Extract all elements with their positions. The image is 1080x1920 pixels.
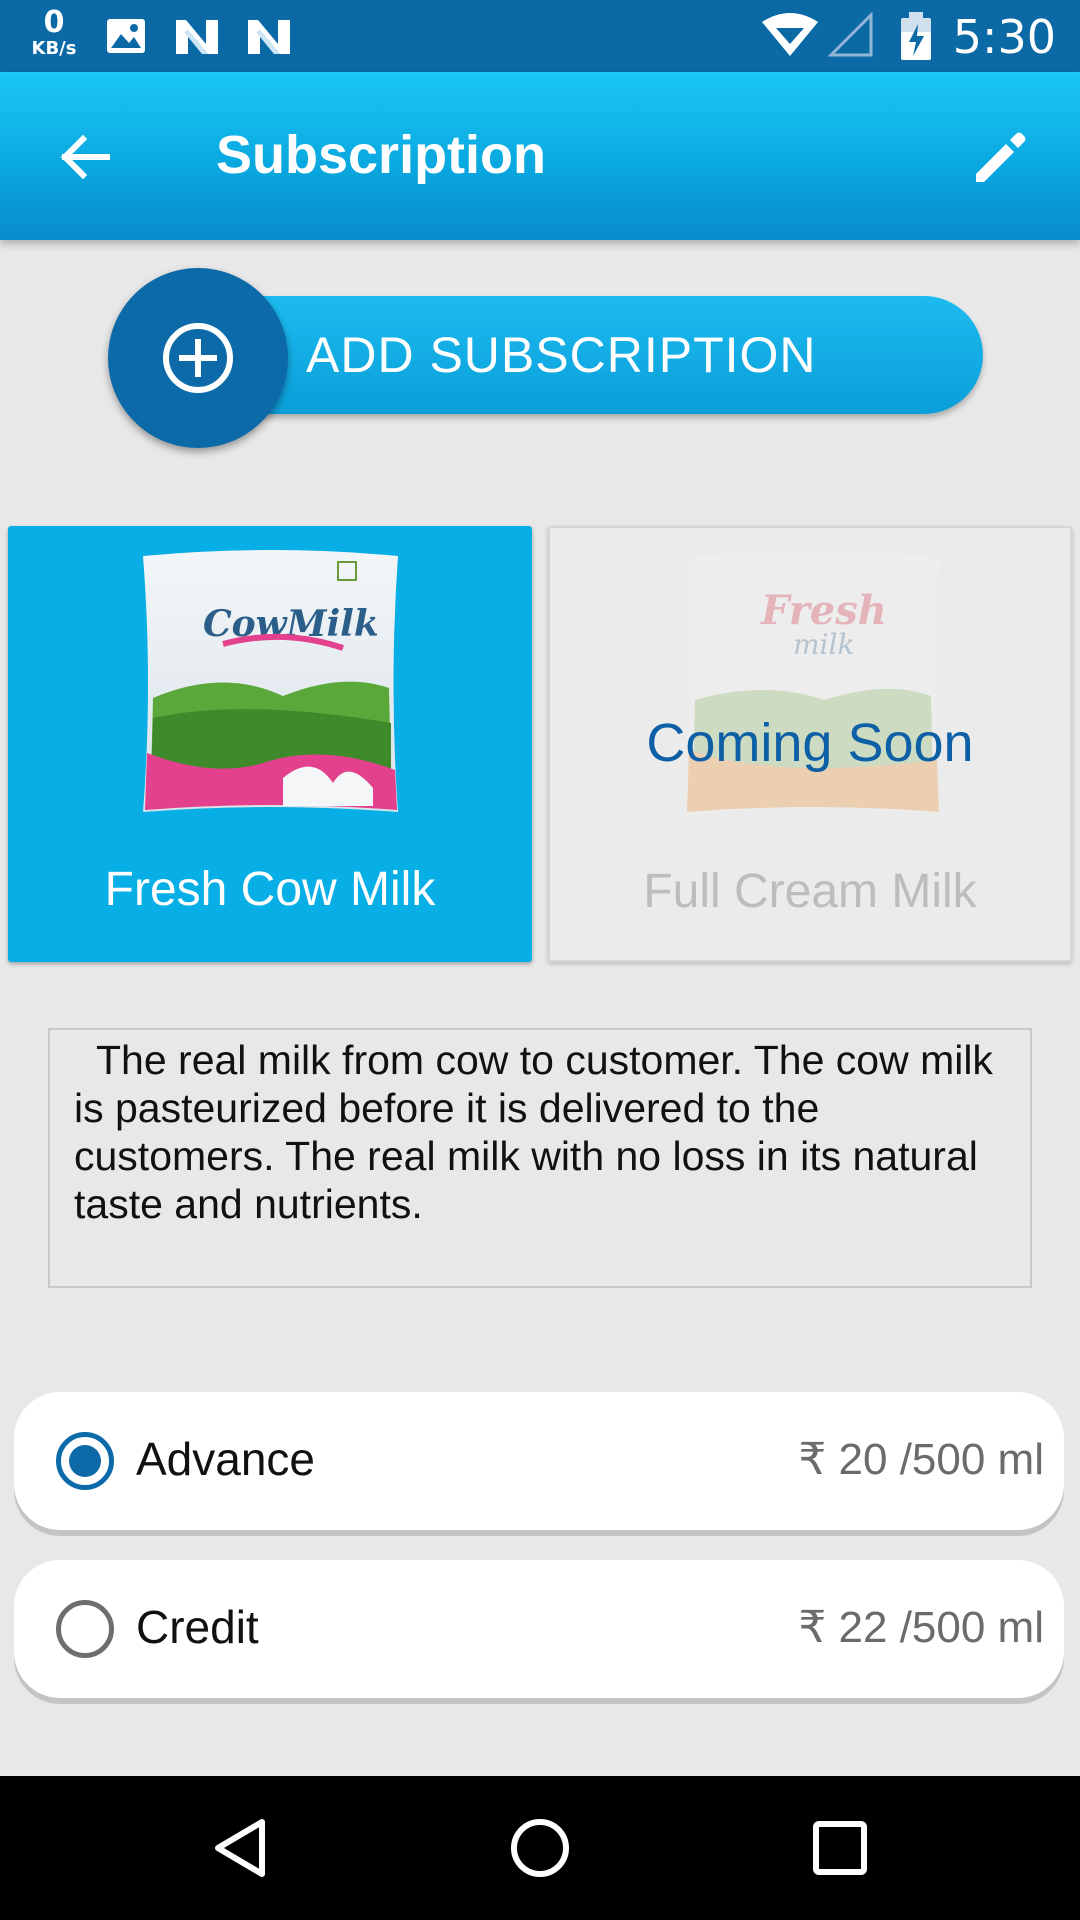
add-subscription-button[interactable]: ADD SUBSCRIPTION [108, 268, 983, 448]
back-button[interactable] [40, 112, 130, 202]
clock: 5:30 [952, 10, 1056, 64]
radio-button-checked[interactable] [56, 1432, 114, 1490]
fresh-milk-pack-image: Fresh milk [685, 552, 940, 814]
navigation-bar [0, 1776, 1080, 1920]
svg-text:milk: milk [793, 628, 854, 661]
battery-icon [898, 10, 934, 66]
nav-home-button[interactable] [490, 1798, 590, 1898]
nav-back-button[interactable] [192, 1798, 292, 1898]
product-description: The real milk from cow to customer. The … [48, 1028, 1032, 1288]
image-icon [104, 14, 148, 62]
payment-option-advance[interactable]: Advance ₹ 20 /500 ml [14, 1392, 1064, 1530]
edit-button[interactable] [960, 118, 1040, 198]
product-card-full-cream-milk[interactable]: Fresh milk Coming Soon Full Cream Milk [548, 526, 1072, 962]
product-name: Full Cream Milk [643, 865, 977, 918]
network-speed: 0 KB/s [24, 8, 84, 58]
circle-home-icon [511, 1819, 569, 1877]
n-app-icon [244, 14, 294, 62]
option-label: Credit [136, 1601, 259, 1653]
option-price: ₹ 22 /500 ml [798, 1603, 1044, 1652]
radio-button-unchecked[interactable] [56, 1600, 114, 1658]
page-title: Subscription [216, 125, 547, 185]
network-speed-unit: KB/s [31, 38, 77, 59]
app-bar: Subscription [0, 72, 1080, 240]
svg-text:Fresh: Fresh [760, 587, 887, 634]
pencil-icon [976, 132, 1026, 182]
arrow-back-icon [60, 134, 110, 180]
signal-icon [827, 11, 874, 62]
coming-soon-label: Coming Soon [646, 713, 974, 773]
plus-circle-icon [163, 323, 233, 393]
product-card-fresh-cow-milk[interactable]: CowMilk Fresh Cow Milk [8, 526, 532, 962]
status-bar: 0 KB/s 5:30 [0, 0, 1080, 72]
n-app-icon [172, 14, 222, 62]
square-recents-icon [813, 1821, 867, 1875]
network-speed-value: 0 [43, 5, 65, 40]
wifi-icon [760, 12, 820, 62]
add-subscription-circle[interactable] [108, 268, 288, 448]
triangle-back-icon [215, 1819, 265, 1877]
nav-recents-button[interactable] [790, 1798, 890, 1898]
cow-milk-pack-image: CowMilk [143, 550, 398, 812]
add-subscription-label: ADD SUBSCRIPTION [306, 327, 817, 383]
product-name: Fresh Cow Milk [104, 863, 436, 916]
option-label: Advance [136, 1433, 316, 1485]
payment-option-credit[interactable]: Credit ₹ 22 /500 ml [14, 1560, 1064, 1698]
option-price: ₹ 20 /500 ml [798, 1435, 1044, 1484]
